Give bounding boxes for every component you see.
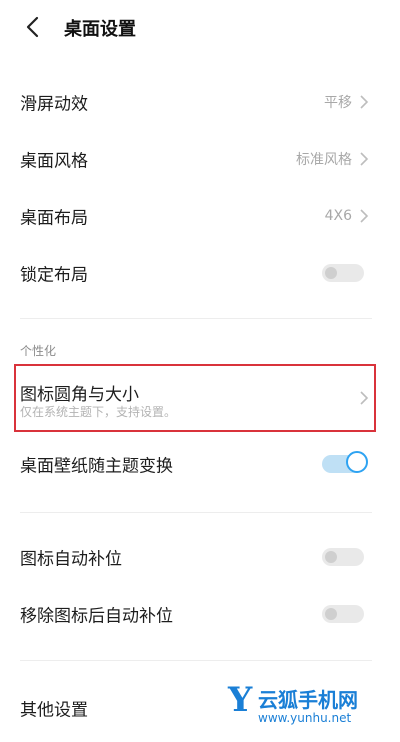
section-header-personalize: 个性化 bbox=[20, 344, 57, 358]
watermark-logo: Y 云狐手机网 www.yunhu.net bbox=[228, 680, 388, 728]
watermark-y-letter: Y bbox=[228, 680, 253, 720]
icon-corner-size-title: 图标圆角与大小 bbox=[20, 385, 139, 405]
row-desktop-layout[interactable]: 桌面布局 4X6 bbox=[0, 188, 400, 244]
back-arrow-icon[interactable] bbox=[18, 12, 48, 42]
row-label: 桌面壁纸随主题变换 bbox=[20, 456, 173, 477]
header-bar: 桌面设置 bbox=[0, 0, 400, 56]
toggle-knob bbox=[325, 551, 337, 563]
divider bbox=[20, 318, 372, 319]
row-wallpaper-theme: 桌面壁纸随主题变换 bbox=[0, 436, 400, 492]
row-value: 标准风格 bbox=[296, 152, 352, 168]
auto-fill-after-remove-toggle[interactable] bbox=[322, 605, 364, 623]
page-title: 桌面设置 bbox=[64, 19, 136, 40]
watermark-url: www.yunhu.net bbox=[258, 711, 352, 725]
row-auto-fill-after-remove: 移除图标后自动补位 bbox=[0, 586, 400, 642]
icon-auto-fill-toggle[interactable] bbox=[322, 548, 364, 566]
row-lock-layout: 锁定布局 bbox=[0, 245, 400, 301]
toggle-knob bbox=[325, 608, 337, 620]
chevron-right-icon bbox=[358, 151, 370, 167]
toggle-knob bbox=[346, 451, 368, 473]
row-slide-effect[interactable]: 滑屏动效 平移 bbox=[0, 74, 400, 130]
row-desktop-style[interactable]: 桌面风格 标准风格 bbox=[0, 131, 400, 187]
chevron-right-icon bbox=[358, 208, 370, 224]
row-icon-auto-fill: 图标自动补位 bbox=[0, 529, 400, 585]
row-value: 平移 bbox=[324, 95, 352, 111]
divider bbox=[20, 660, 372, 661]
row-label: 桌面风格 bbox=[20, 151, 88, 172]
divider bbox=[20, 512, 372, 513]
watermark-site-name: 云狐手机网 bbox=[258, 688, 358, 712]
row-value: 4X6 bbox=[324, 208, 352, 224]
lock-layout-toggle[interactable] bbox=[322, 264, 364, 282]
chevron-right-icon bbox=[358, 390, 370, 406]
row-label: 移除图标后自动补位 bbox=[20, 606, 173, 627]
chevron-right-icon bbox=[358, 94, 370, 110]
row-label: 其他设置 bbox=[20, 700, 88, 721]
toggle-knob bbox=[325, 267, 337, 279]
row-label: 图标自动补位 bbox=[20, 549, 122, 570]
row-label: 桌面布局 bbox=[20, 208, 88, 229]
icon-corner-size-subtitle: 仅在系统主题下，支持设置。 bbox=[20, 405, 177, 419]
row-label: 滑屏动效 bbox=[20, 94, 88, 115]
wallpaper-theme-toggle[interactable] bbox=[322, 451, 368, 473]
row-label: 锁定布局 bbox=[20, 265, 88, 286]
